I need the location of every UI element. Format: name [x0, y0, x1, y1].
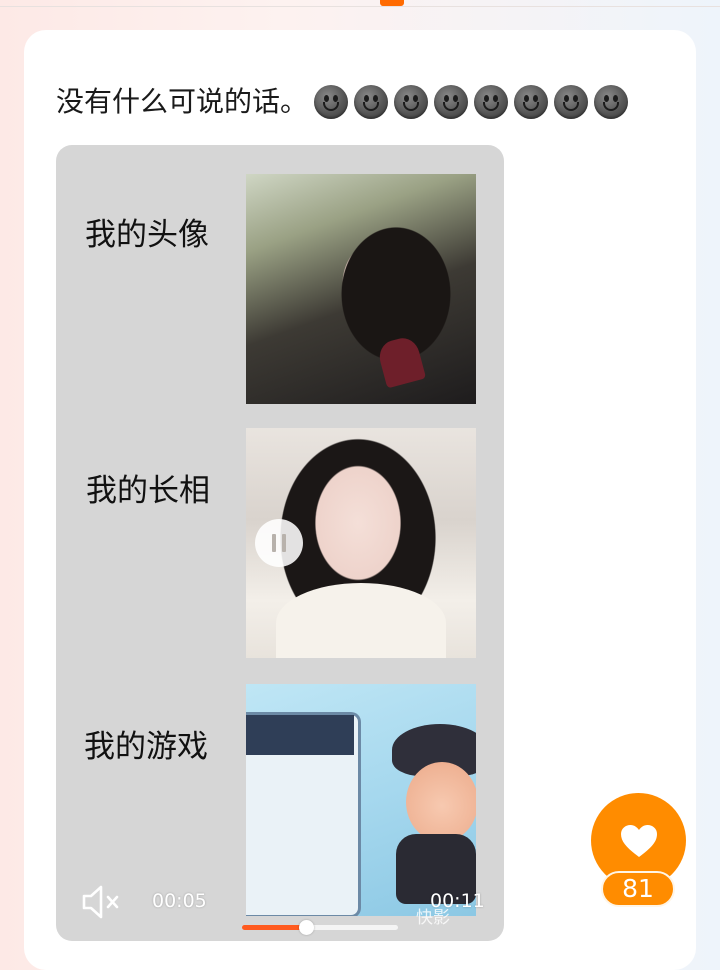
row-label-appearance: 我的长相 — [86, 473, 210, 509]
emoji-group — [314, 85, 634, 119]
game-screenshot — [246, 684, 476, 916]
grinning-face-icon — [594, 85, 629, 119]
like-count: 81 — [601, 871, 675, 907]
post-caption-row: 没有什么可说的话。 — [56, 82, 634, 122]
avatar-photo — [246, 174, 476, 404]
grinning-face-icon — [554, 85, 589, 119]
grinning-face-icon — [354, 85, 389, 119]
grinning-face-icon — [434, 85, 469, 119]
divider — [0, 6, 720, 7]
progress-fill — [242, 925, 306, 930]
post-caption: 没有什么可说的话。 — [56, 85, 309, 118]
pause-button[interactable] — [255, 519, 303, 567]
row-label-game: 我的游戏 — [84, 729, 208, 765]
pause-icon — [272, 534, 276, 552]
grinning-face-icon — [514, 85, 549, 119]
grinning-face-icon — [394, 85, 429, 119]
grinning-face-icon — [314, 85, 349, 119]
duration-time: 00:11 — [430, 890, 485, 912]
grinning-face-icon — [474, 85, 509, 119]
video-player[interactable]: 我的头像 我的长相 我的游戏 00:05 快影 00:11 — [56, 145, 504, 941]
heart-icon — [620, 824, 657, 857]
row-label-avatar: 我的头像 — [85, 217, 209, 253]
progress-bar[interactable] — [242, 920, 398, 935]
mute-icon[interactable] — [80, 883, 122, 921]
progress-handle[interactable] — [298, 920, 314, 935]
previous-text-line-clipped — [150, 46, 670, 56]
current-time: 00:05 — [152, 890, 207, 912]
